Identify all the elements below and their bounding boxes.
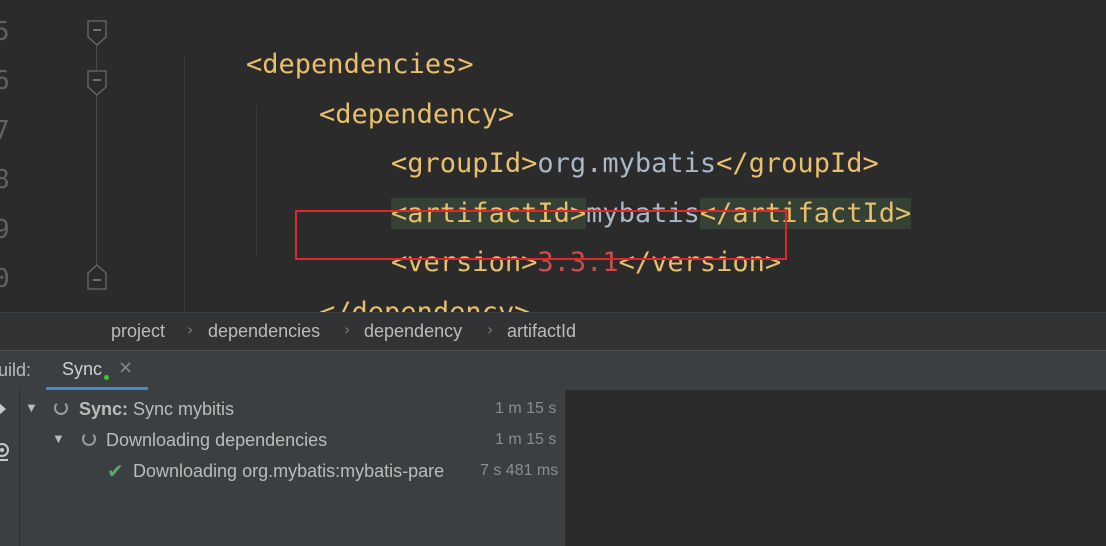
breadcrumb-item[interactable]: artifactId xyxy=(507,321,576,342)
tab-label: Sync xyxy=(62,359,103,379)
duration: 1 m 15 s xyxy=(495,431,557,448)
fold-open-icon[interactable] xyxy=(87,70,107,96)
node-label-bold: Sync: xyxy=(79,399,129,419)
build-panel: ▼ Sync: Sync mybitis 1 m 15 s ▼ Download… xyxy=(0,390,1106,546)
breadcrumb-item[interactable]: project xyxy=(111,321,165,342)
duration: 1 m 15 s xyxy=(495,400,557,417)
chevron-right-icon: › xyxy=(487,320,494,339)
tree-node-label: Downloading dependencies xyxy=(106,430,328,450)
line-number: 7 xyxy=(0,116,10,146)
tree-node[interactable]: ▼ Sync: Sync mybitis 1 m 15 s xyxy=(20,394,566,424)
check-icon: ✔ xyxy=(107,461,124,483)
sync-tree: ▼ Sync: Sync mybitis 1 m 15 s ▼ Download… xyxy=(20,390,566,546)
code-editor[interactable]: 5 6 7 8 9 0 <dependencies> <dependency> … xyxy=(0,0,1106,312)
tree-node-label: Downloading org.mybatis:mybatis-pare xyxy=(133,461,445,481)
line-number: 8 xyxy=(0,165,10,195)
breadcrumb-item[interactable]: dependency xyxy=(364,321,462,342)
fold-close-icon[interactable] xyxy=(87,264,107,290)
tree-node-label: Sync: Sync mybitis xyxy=(79,399,234,420)
close-icon[interactable]: × xyxy=(118,357,133,378)
line-number: 9 xyxy=(0,215,10,245)
highlight-annotation-box xyxy=(295,210,787,260)
build-toolbar xyxy=(0,390,20,546)
chevron-right-icon: › xyxy=(187,320,194,339)
line-number: 5 xyxy=(0,17,10,47)
build-label: uild: xyxy=(0,360,32,380)
expand-triangle-icon[interactable]: ▼ xyxy=(52,431,65,446)
eye-icon[interactable] xyxy=(0,442,12,466)
tree-node[interactable]: ▼ Downloading dependencies 1 m 15 s xyxy=(20,425,566,455)
expand-triangle-icon[interactable]: ▼ xyxy=(25,400,38,415)
build-tool-header: uild: Sync × xyxy=(0,350,1106,390)
spinner-icon xyxy=(54,401,68,415)
running-indicator-icon xyxy=(104,375,109,380)
fold-open-icon[interactable] xyxy=(87,20,107,46)
pin-icon[interactable] xyxy=(0,400,10,418)
tree-node[interactable]: ✔ Downloading org.mybatis:mybatis-pare 7… xyxy=(20,456,566,486)
tab-sync[interactable]: Sync × xyxy=(46,351,148,390)
line-number: 6 xyxy=(0,66,10,96)
code-line[interactable]: </dependency> xyxy=(254,262,530,312)
duration: 7 s 481 ms xyxy=(480,462,559,479)
spinner-icon xyxy=(82,432,96,446)
breadcrumb-item[interactable]: dependencies xyxy=(208,321,320,342)
xml-tag: </dependency> xyxy=(319,297,530,312)
node-label-text: Sync mybitis xyxy=(128,399,235,419)
breadcrumb: project › dependencies › dependency › ar… xyxy=(0,312,1106,350)
chevron-right-icon: › xyxy=(344,320,351,339)
line-number: 0 xyxy=(0,264,10,294)
